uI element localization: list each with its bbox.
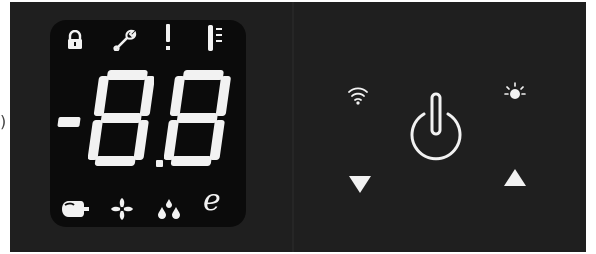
panel-divider [292, 2, 294, 252]
wifi-icon[interactable] [347, 84, 369, 106]
compressor-icon [62, 201, 89, 217]
defrost-drops-icon [158, 199, 180, 219]
power-icon[interactable] [404, 92, 468, 164]
decimal-point [156, 160, 163, 167]
eco-icon: e [203, 183, 221, 218]
down-arrow-icon[interactable] [347, 174, 373, 194]
alert-icon [166, 24, 170, 50]
display-digit-2 [164, 70, 231, 166]
display-digit-1 [88, 70, 154, 166]
thermometer-icon [208, 25, 222, 51]
up-arrow-icon[interactable] [502, 168, 528, 188]
lock-icon [68, 30, 82, 49]
wrench-icon [113, 29, 137, 51]
light-icon[interactable] [503, 81, 527, 105]
minus-segment [57, 117, 81, 127]
fan-icon [111, 198, 133, 220]
edge-mark: ) [0, 112, 7, 131]
